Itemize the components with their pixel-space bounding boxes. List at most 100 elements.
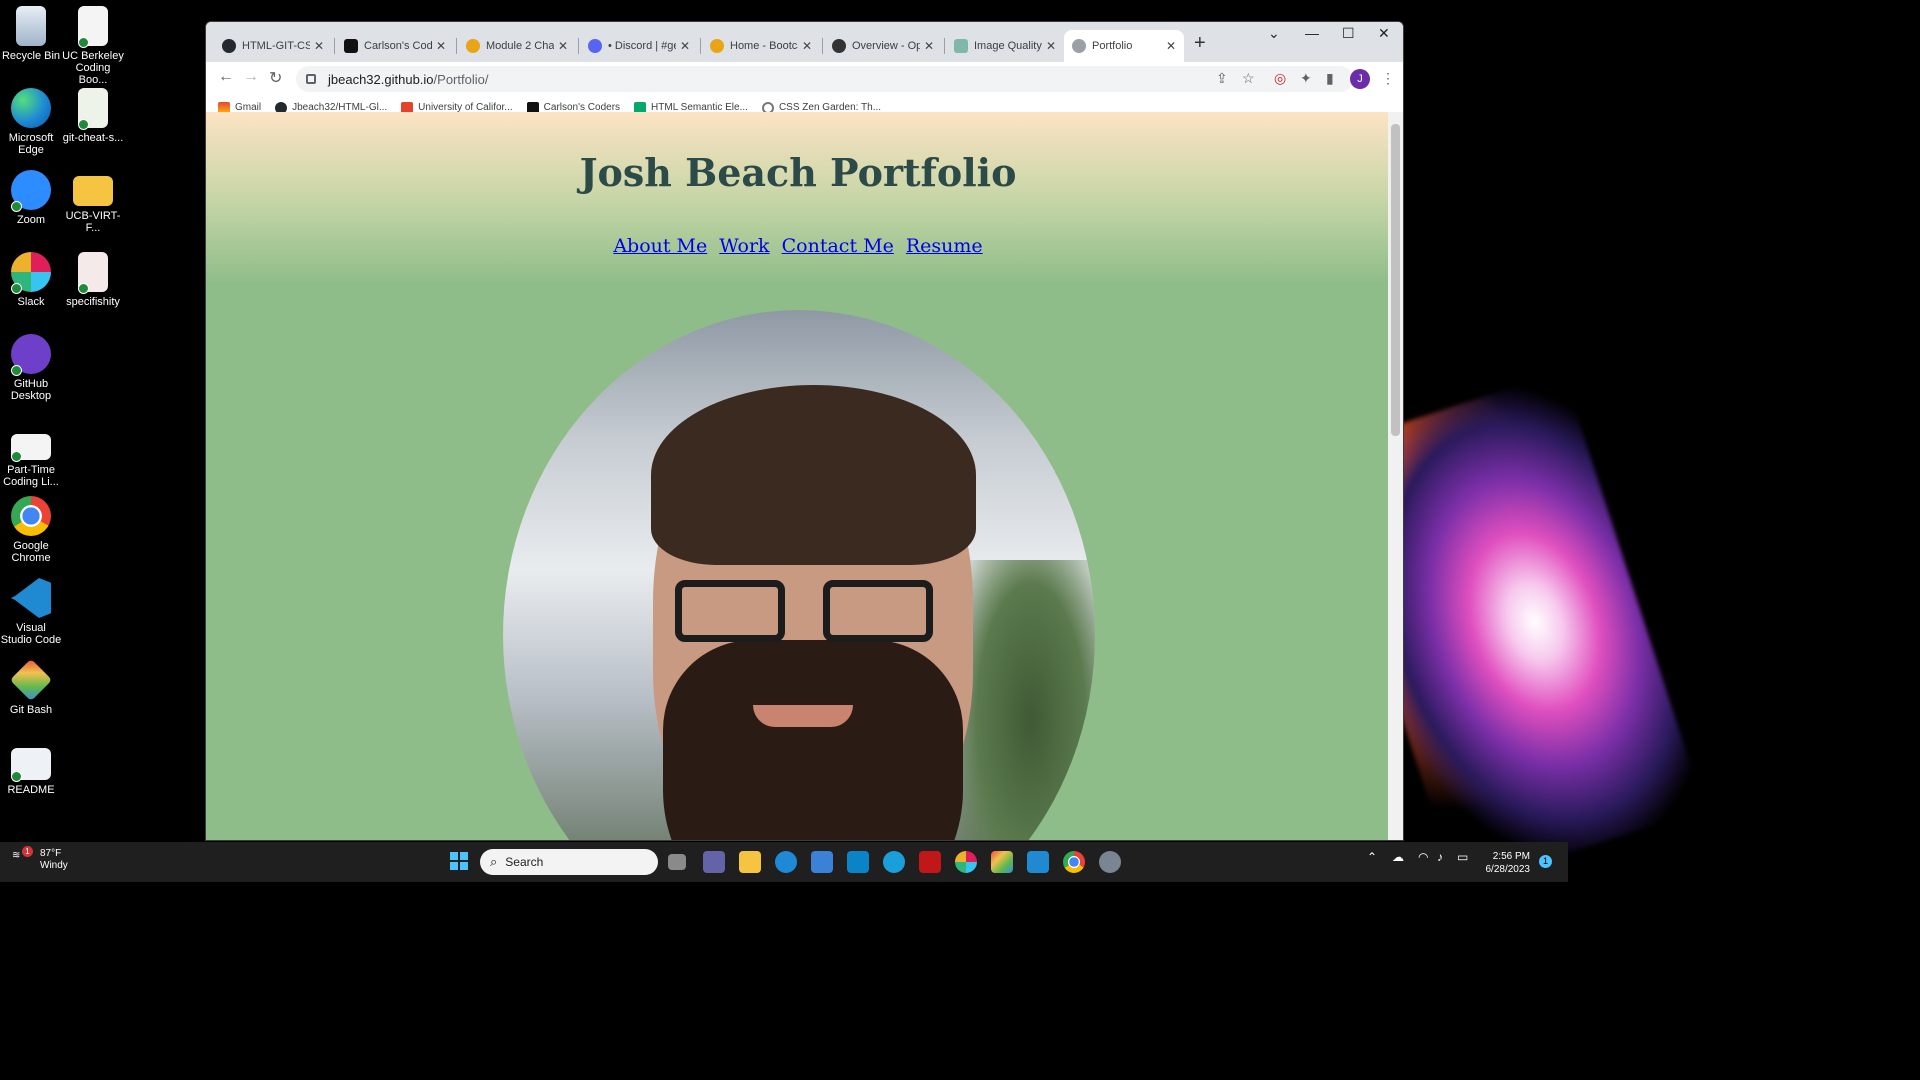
system-clock[interactable]: 2:56 PM 6/28/2023	[1480, 850, 1531, 876]
desktop-icon-label: Git Bash	[9, 704, 53, 716]
weather-widget[interactable]: ≋ 1 87°F Windy	[12, 846, 68, 872]
clock-date: 6/28/2023	[1485, 864, 1531, 875]
close-icon[interactable]: ✕	[802, 39, 812, 53]
battery-icon[interactable]: ▭	[1457, 850, 1468, 864]
file-explorer-icon[interactable]	[739, 851, 761, 873]
weather-condition: Windy	[40, 860, 68, 871]
desktop-icon-zoom[interactable]: Zoom	[0, 170, 62, 226]
show-hidden-icons[interactable]: ⌃	[1367, 850, 1377, 864]
desktop-icon-edge[interactable]: Microsoft Edge	[0, 88, 62, 156]
desktop-icon-label: UC Berkeley Coding Boo...	[62, 50, 124, 86]
extension-icon[interactable]: ◎	[1274, 70, 1286, 87]
document-icon	[78, 6, 108, 48]
address-bar[interactable]: jbeach32.github.io/Portfolio/	[296, 66, 1353, 92]
tab-discord[interactable]: • Discord | #gen ✕	[580, 30, 698, 62]
close-icon[interactable]: ✕	[680, 39, 690, 53]
page-nav: About Me Work Contact Me Resume	[206, 235, 1390, 257]
desktop-icon-git-cheat[interactable]: git-cheat-s...	[62, 88, 124, 144]
clock-time: 2:56 PM	[1492, 851, 1530, 862]
tab-module-2[interactable]: Module 2 Challe ✕	[458, 30, 576, 62]
tab-title: Home - Bootcar	[730, 40, 798, 52]
close-icon[interactable]: ✕	[1166, 39, 1176, 53]
desktop-icon-vscode[interactable]: Visual Studio Code	[0, 578, 62, 646]
close-icon[interactable]: ✕	[314, 39, 324, 53]
onedrive-icon[interactable]: ☁	[1392, 850, 1404, 864]
close-icon[interactable]: ✕	[924, 39, 934, 53]
image-quality-icon	[954, 39, 968, 53]
close-icon[interactable]: ✕	[1046, 39, 1056, 53]
desktop-icon-recycle-bin[interactable]: Recycle Bin	[0, 6, 62, 62]
desktop-icon-folder[interactable]: UCB-VIRT-F...	[62, 170, 124, 234]
taskbar-search[interactable]: ⌕ Search	[480, 849, 658, 875]
side-panel-icon[interactable]: ▮	[1326, 70, 1334, 87]
tab-search-icon[interactable]: ⌄	[1268, 25, 1280, 42]
nav-link-about-me[interactable]: About Me	[613, 235, 707, 257]
close-window-button[interactable]: ✕	[1378, 25, 1390, 42]
extensions-puzzle-icon[interactable]: ✦	[1300, 70, 1312, 87]
wifi-icon[interactable]: ◠	[1418, 850, 1428, 864]
desktop-icon-git-bash[interactable]: Git Bash	[0, 658, 62, 716]
nav-link-work[interactable]: Work	[719, 235, 769, 257]
tab-carlsons-coders[interactable]: Carlson's Coder ✕	[336, 30, 454, 62]
page-scrollbar[interactable]	[1388, 112, 1403, 840]
page-header: Josh Beach Portfolio About Me Work Conta…	[206, 112, 1390, 302]
tab-portfolio[interactable]: Portfolio ✕	[1064, 30, 1184, 62]
globe-icon	[1072, 39, 1086, 53]
desktop-icon-label: Recycle Bin	[1, 50, 61, 62]
new-tab-button[interactable]: +	[1194, 32, 1206, 55]
slack-taskbar-icon[interactable]	[955, 851, 977, 873]
scrollbar-thumb[interactable]	[1391, 124, 1400, 436]
chrome-taskbar-icon[interactable]	[1063, 851, 1085, 873]
tab-html-git-css[interactable]: HTML-GIT-CSS- ✕	[214, 30, 332, 62]
desktop-icon-slack[interactable]: Slack	[0, 252, 62, 308]
minimize-button[interactable]: —	[1305, 25, 1319, 41]
search-placeholder: Search	[505, 855, 544, 869]
mysql-icon[interactable]	[847, 851, 869, 873]
tab-title: • Discord | #gen	[608, 40, 676, 52]
settings-icon[interactable]	[1099, 851, 1121, 873]
desktop-icon-readme[interactable]: README	[0, 746, 62, 796]
volume-icon[interactable]: ♪	[1437, 850, 1443, 864]
desktop-icon-part-time[interactable]: Part-Time Coding Li...	[0, 428, 62, 488]
nav-link-resume[interactable]: Resume	[906, 235, 983, 257]
desktop-icon-github-desktop[interactable]: GitHub Desktop	[0, 334, 62, 402]
teams-icon[interactable]	[703, 851, 725, 873]
tab-home-bootcamp[interactable]: Home - Bootcar ✕	[702, 30, 820, 62]
desktop-icon-label: GitHub Desktop	[10, 378, 52, 402]
close-icon[interactable]: ✕	[436, 39, 446, 53]
maximize-button[interactable]: ☐	[1342, 25, 1355, 42]
share-icon[interactable]: ⇪	[1216, 70, 1228, 87]
close-icon[interactable]: ✕	[558, 39, 568, 53]
desktop-icon-chrome[interactable]: Google Chrome	[0, 496, 62, 564]
taskbar: ≋ 1 87°F Windy ⌕ Search ⌃ ☁ ◠ ♪ ▭ 2:56 PM…	[0, 842, 1568, 882]
store-icon[interactable]	[811, 851, 833, 873]
desktop-icon-uc-berkeley[interactable]: UC Berkeley Coding Boo...	[62, 6, 124, 86]
tab-image-quality[interactable]: Image Quality ✕	[946, 30, 1064, 62]
bookmark-star-icon[interactable]: ☆	[1242, 70, 1255, 87]
desktop-icon-label: specifishity	[66, 296, 120, 308]
desktop-icon-specifishity[interactable]: specifishity	[62, 252, 124, 308]
tab-overview-openai[interactable]: Overview - Ope ✕	[824, 30, 942, 62]
task-view-icon[interactable]	[668, 854, 686, 870]
git-taskbar-icon[interactable]	[991, 851, 1013, 873]
weather-temperature: 87°F	[40, 848, 62, 859]
back-button[interactable]: ←	[218, 68, 234, 86]
tab-title: Carlson's Coder	[364, 40, 432, 52]
desktop-icon-label: README	[7, 784, 55, 796]
desktop-icon-label: Microsoft Edge	[8, 132, 54, 156]
tab-title: HTML-GIT-CSS-	[242, 40, 310, 52]
forward-button[interactable]: →	[243, 68, 259, 86]
profile-avatar[interactable]: J	[1350, 69, 1370, 89]
vscode-taskbar-icon[interactable]	[1027, 851, 1049, 873]
menu-kebab-icon[interactable]: ⋮	[1381, 70, 1395, 87]
notification-badge[interactable]: 1	[1539, 855, 1552, 868]
nav-link-contact-me[interactable]: Contact Me	[782, 235, 894, 257]
mcafee-icon[interactable]	[919, 851, 941, 873]
page-title: Josh Beach Portfolio	[579, 150, 1017, 195]
help-icon[interactable]	[883, 851, 905, 873]
lock-icon[interactable]	[306, 74, 316, 84]
edge-taskbar-icon[interactable]	[775, 851, 797, 873]
desktop-icon-label: UCB-VIRT-F...	[65, 210, 121, 234]
reload-button[interactable]: ↻	[269, 68, 282, 88]
start-button[interactable]	[450, 852, 468, 870]
